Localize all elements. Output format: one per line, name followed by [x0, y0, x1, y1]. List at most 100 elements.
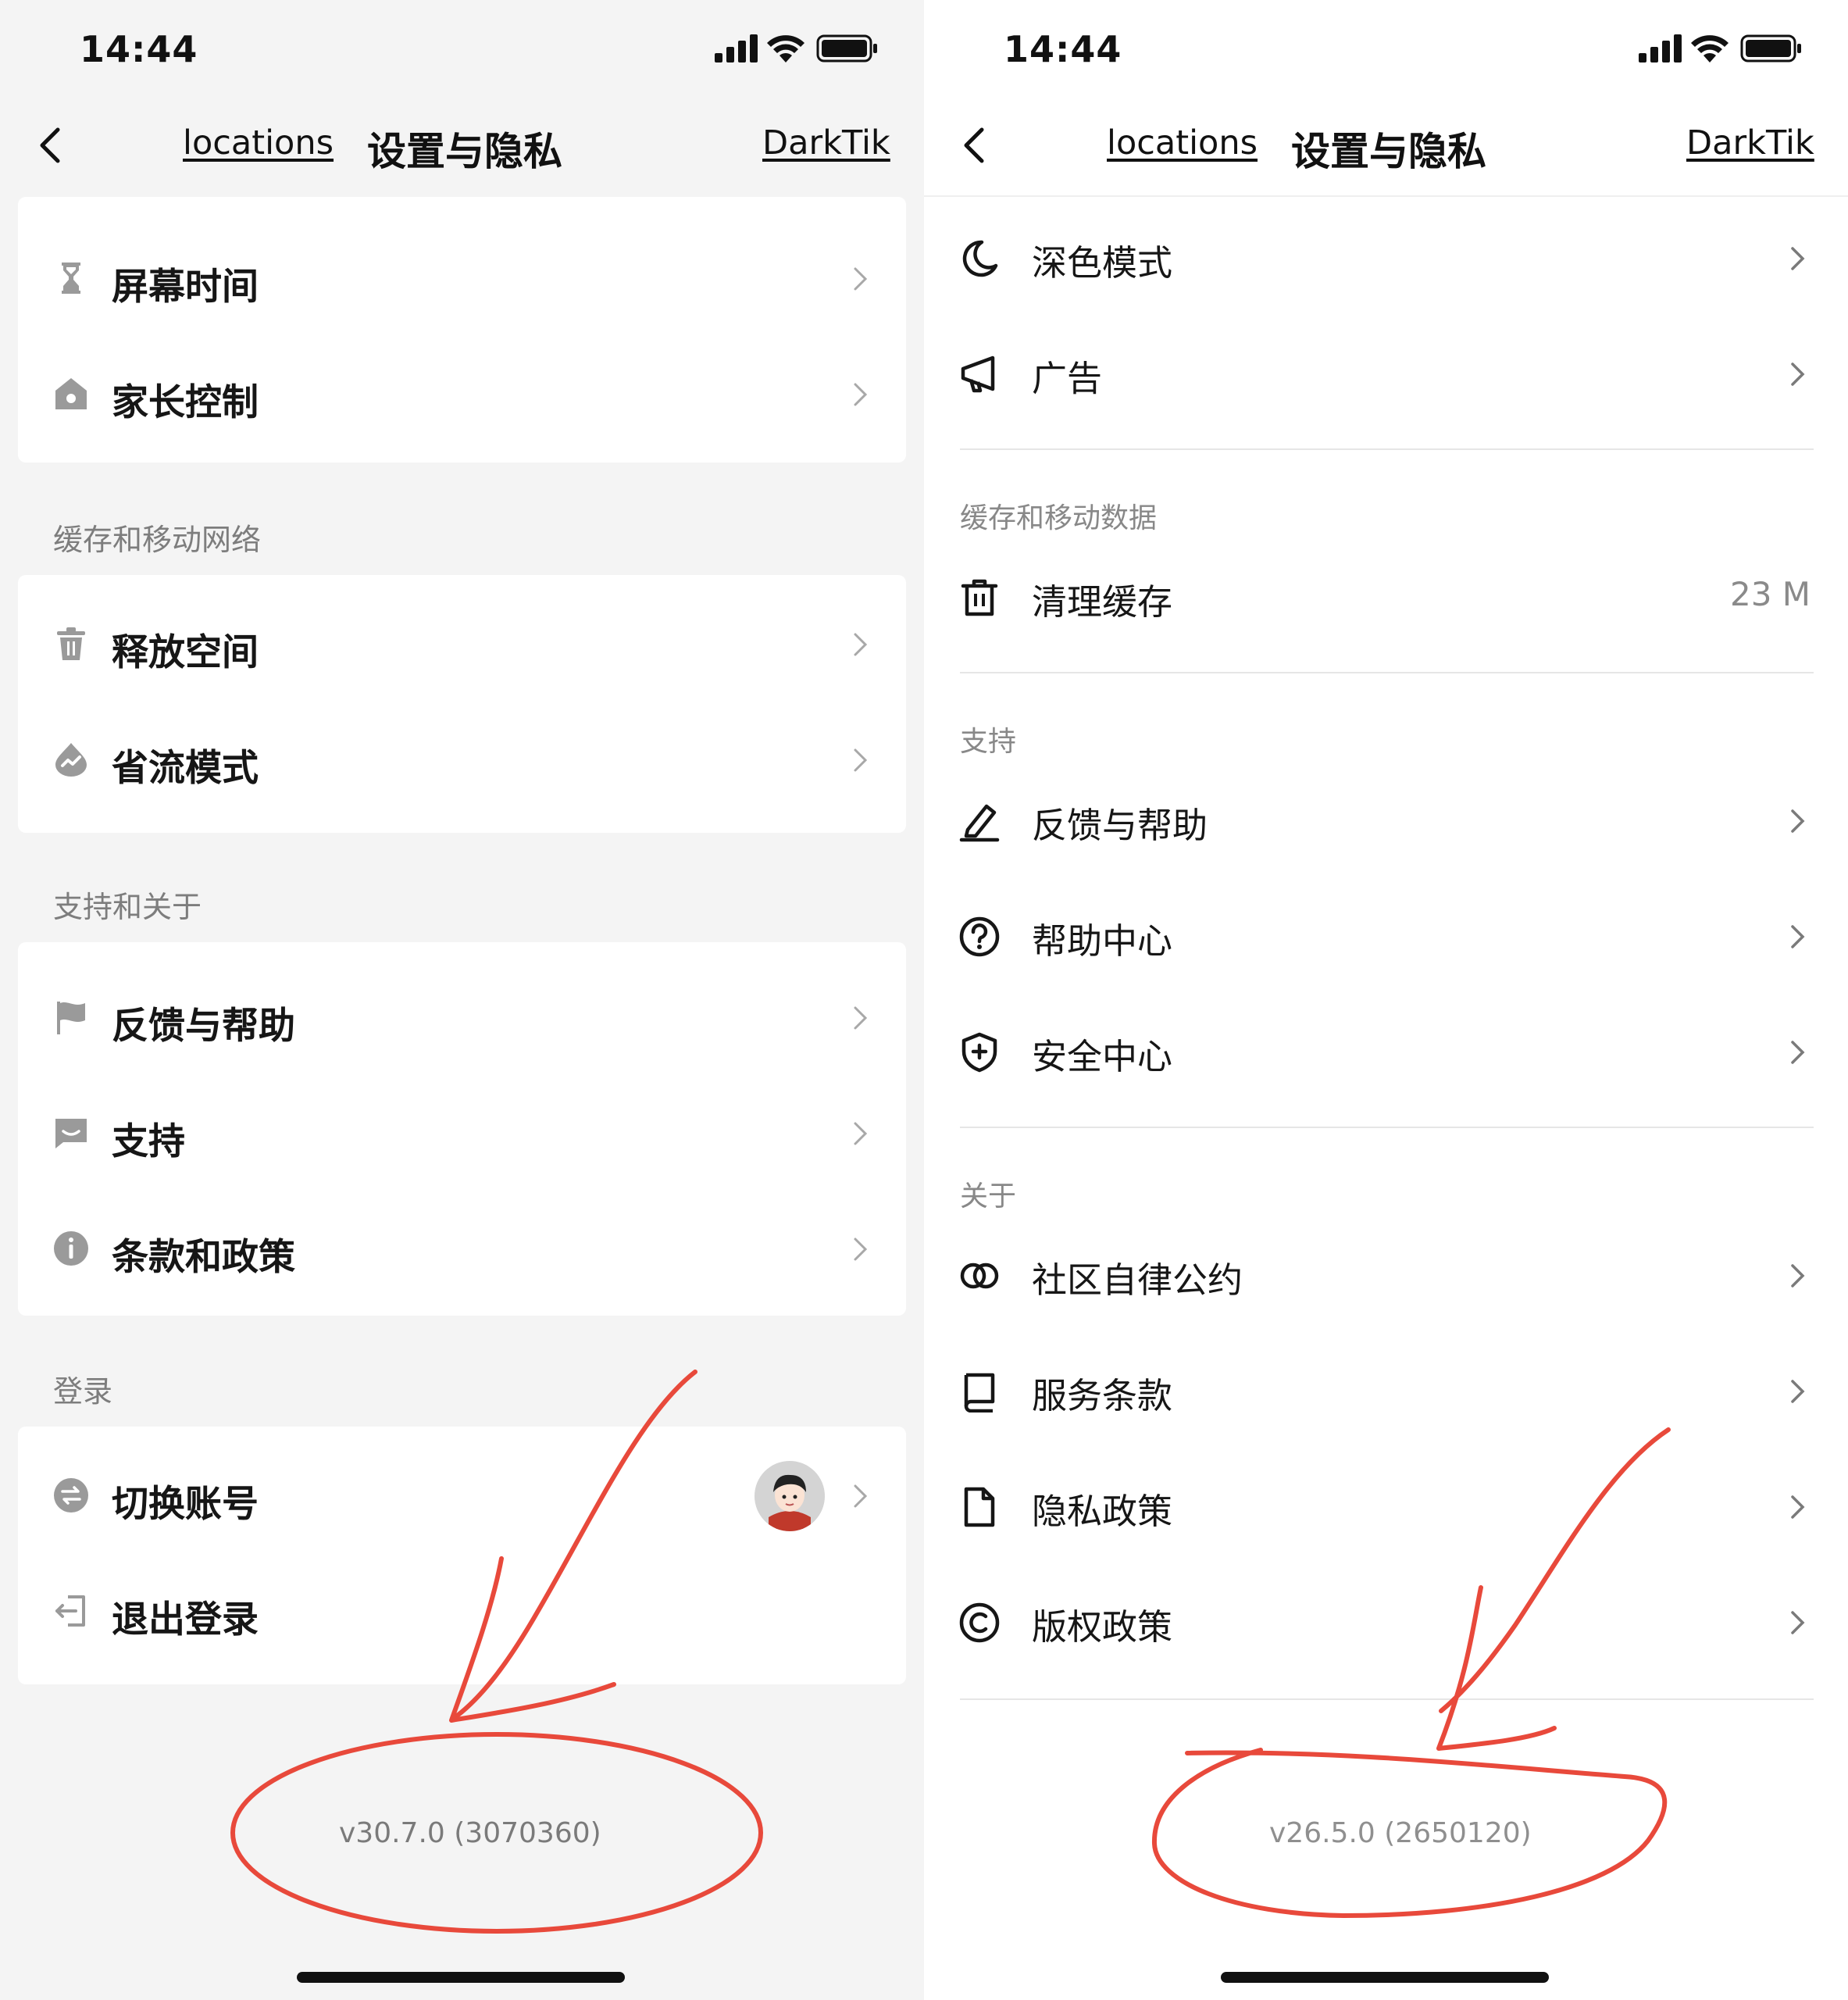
help-center-row[interactable]: 帮助中心: [924, 878, 1848, 994]
pencil-icon: [959, 804, 1000, 842]
clear-cache-row[interactable]: 清理缓存 23 M: [924, 539, 1848, 655]
megaphone-icon: [961, 355, 995, 393]
row-label: 反馈与帮助: [112, 1005, 295, 1048]
left-screenshot: 14:44 locations 设置与隐私 DarkTik 屏幕时间 家长控制 …: [0, 0, 924, 2000]
page-title: 设置与隐私: [367, 129, 562, 174]
divider: [960, 1698, 1814, 1700]
data-saver-row[interactable]: 省流模式: [18, 702, 906, 817]
section-support-about: 支持和关于: [53, 890, 202, 924]
safety-center-row[interactable]: 安全中心: [924, 994, 1848, 1109]
row-label: 条款和政策: [112, 1236, 295, 1279]
community-guidelines-row[interactable]: 社区自律公约: [924, 1217, 1848, 1333]
terms-policy-row[interactable]: 条款和政策: [18, 1191, 906, 1306]
row-label: 退出登录: [112, 1598, 259, 1641]
darktik-link[interactable]: DarkTik: [1686, 123, 1814, 162]
home-indicator: [1221, 1972, 1549, 1983]
chevron-right-icon: [1791, 1264, 1805, 1288]
page-title: 设置与隐私: [1291, 129, 1486, 174]
app-version: v26.5.0 (2650120): [1269, 1817, 1532, 1849]
feedback-help-row[interactable]: 反馈与帮助: [18, 959, 906, 1075]
status-icons: [715, 33, 879, 67]
row-label: 服务条款: [1032, 1375, 1173, 1416]
row-label: 隐私政策: [1032, 1491, 1173, 1532]
app-version: v30.7.0 (3070360): [339, 1817, 601, 1849]
section-cache-network: 缓存和移动网络: [53, 523, 262, 557]
shield-icon: [961, 1032, 997, 1073]
free-space-row[interactable]: 释放空间: [18, 586, 906, 702]
status-time: 14:44: [80, 28, 198, 70]
dark-mode-row[interactable]: 深色模式: [924, 200, 1848, 316]
chevron-right-icon: [854, 267, 868, 291]
section-cache-data: 缓存和移动数据: [960, 502, 1158, 534]
support-row[interactable]: 支持: [18, 1075, 906, 1191]
section-login: 登录: [53, 1374, 113, 1409]
cache-size: 23 M: [1729, 575, 1811, 613]
row-label: 版权政策: [1032, 1606, 1173, 1648]
back-button[interactable]: [30, 119, 73, 172]
trash-icon: [961, 579, 998, 616]
parental-control-row[interactable]: 家长控制: [18, 336, 906, 452]
trash-icon: [57, 627, 85, 660]
chevron-right-icon: [854, 1484, 868, 1508]
home-shield-icon: [55, 378, 87, 409]
row-label: 社区自律公约: [1032, 1259, 1243, 1301]
settings-card-2: 释放空间 省流模式: [18, 575, 906, 833]
locations-link[interactable]: locations: [1107, 123, 1258, 162]
signal-icon: [1639, 34, 1682, 62]
chevron-right-icon: [1791, 1611, 1805, 1634]
row-label: 清理缓存: [1032, 581, 1173, 623]
settings-card-3: 反馈与帮助 支持 条款和政策: [18, 942, 906, 1316]
row-label: 屏幕时间: [112, 266, 259, 309]
chevron-right-icon: [1791, 247, 1805, 270]
row-label: 反馈与帮助: [1032, 805, 1208, 846]
hourglass-icon: [62, 262, 80, 294]
chevron-right-icon: [1791, 1380, 1805, 1403]
row-label: 释放空间: [112, 631, 259, 674]
home-indicator: [297, 1972, 625, 1983]
divider: [960, 1127, 1814, 1128]
ads-row[interactable]: 广告: [924, 316, 1848, 431]
moon-icon: [962, 240, 998, 277]
divider: [960, 448, 1814, 450]
chevron-right-icon: [854, 633, 868, 656]
data-saver-icon: [55, 743, 87, 777]
signal-icon: [715, 34, 758, 62]
chevron-right-icon: [854, 748, 868, 772]
locations-link[interactable]: locations: [183, 123, 334, 162]
copyright-policy-row[interactable]: 版权政策: [924, 1564, 1848, 1680]
rings-icon: [960, 1262, 999, 1289]
row-label: 支持: [112, 1120, 185, 1163]
section-about: 关于: [960, 1180, 1017, 1212]
book-icon: [964, 1373, 995, 1412]
switch-icon: [54, 1478, 88, 1512]
avatar: [755, 1461, 825, 1531]
row-label: 深色模式: [1032, 242, 1173, 284]
screen-time-row[interactable]: 屏幕时间: [18, 220, 906, 336]
logout-row[interactable]: 退出登录: [18, 1553, 906, 1669]
chevron-right-icon: [854, 1122, 868, 1145]
chevron-right-icon: [1791, 1495, 1805, 1519]
switch-account-row[interactable]: 切换账号: [18, 1438, 906, 1553]
status-icons: [1639, 33, 1803, 67]
flag-icon: [57, 1002, 85, 1034]
back-button[interactable]: [954, 119, 997, 172]
divider: [960, 672, 1814, 673]
wifi-icon: [767, 35, 804, 62]
row-label: 广告: [1032, 358, 1103, 399]
settings-card-1: 屏幕时间 家长控制: [18, 197, 906, 462]
logout-icon: [55, 1595, 85, 1627]
settings-card-4: 切换账号 退出登录: [18, 1427, 906, 1684]
terms-of-service-row[interactable]: 服务条款: [924, 1333, 1848, 1448]
right-screenshot: 14:44 locations 设置与隐私 DarkTik 深色模式 广告 缓存…: [924, 0, 1848, 2000]
chevron-right-icon: [1791, 1041, 1805, 1064]
chevron-right-icon: [854, 383, 868, 406]
privacy-policy-row[interactable]: 隐私政策: [924, 1448, 1848, 1564]
battery-icon: [1740, 34, 1801, 62]
row-label: 省流模式: [112, 747, 259, 790]
wifi-icon: [1691, 35, 1728, 62]
chevron-right-icon: [854, 1006, 868, 1030]
feedback-help-row[interactable]: 反馈与帮助: [924, 762, 1848, 878]
row-label: 家长控制: [112, 381, 259, 424]
chevron-right-icon: [1791, 809, 1805, 833]
darktik-link[interactable]: DarkTik: [762, 123, 890, 162]
